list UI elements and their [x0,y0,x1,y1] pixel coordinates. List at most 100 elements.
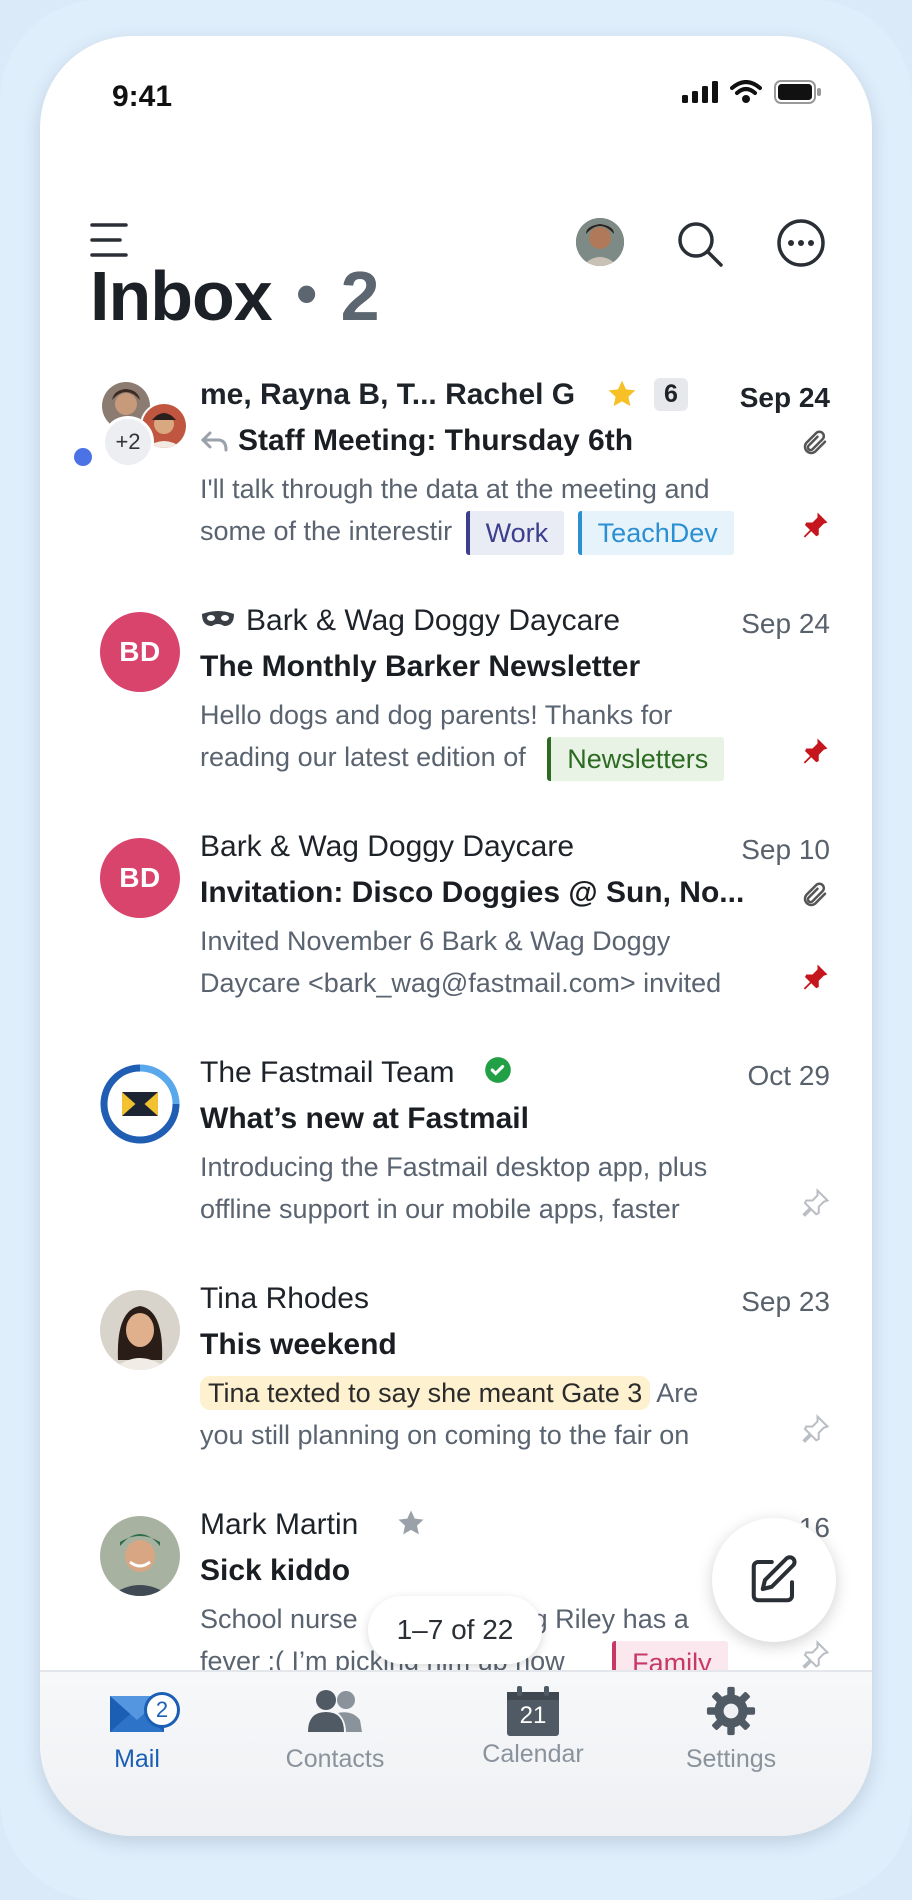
preview-line: you still planning on coming to the fair… [200,1420,690,1450]
preview-text: Are [656,1378,699,1408]
email-sender: Mark Martin [200,1508,359,1541]
more-participants-badge: +2 [102,416,154,468]
search-icon[interactable] [676,220,724,268]
email-row[interactable]: The Fastmail Team Oct 29 What’s new at F… [40,1044,872,1270]
preview-line: Hello dogs and dog parents! Thanks for [200,700,673,730]
email-row[interactable]: +2 me, Rayna B, T... Rachel G 6 Sep 24 S… [40,366,872,592]
signal-icon [682,81,718,103]
preview-text: School nurse [200,1604,358,1634]
status-icons [682,80,822,104]
mask-icon [202,611,234,626]
tab-calendar[interactable]: 21 Calendar [448,1686,618,1769]
title-separator: • [296,260,317,327]
tab-label: Mail [114,1745,160,1773]
battery-icon [774,80,821,104]
email-sender: Bark & Wag Doggy Daycare [200,830,575,863]
compose-icon [751,1555,797,1603]
person-avatar-image [100,1516,180,1596]
fastmail-logo-icon [100,1064,180,1144]
top-bar [40,176,872,268]
mail-badge: 2 [144,1692,180,1728]
text-highlight: Tina texted to say she meant Gate 3 [200,1376,651,1410]
account-avatar-image [576,218,624,266]
pin-outline-icon[interactable] [800,1640,830,1670]
sender-avatar: BD [100,612,180,692]
tag-newsletters[interactable]: Newsletters [547,736,725,781]
tab-settings[interactable]: Settings [646,1686,816,1774]
tag-teachdev[interactable]: TeachDev [577,510,734,555]
attachment-icon [803,430,827,455]
account-avatar[interactable] [576,218,624,266]
preview-line: some of the interestir Work TeachDev [200,510,780,555]
email-list: +2 me, Rayna B, T... Rachel G 6 Sep 24 S… [40,366,872,1706]
email-subject: Sick kiddo [200,1554,351,1587]
menu-icon[interactable] [90,222,130,258]
pagination-indicator: 1–7 of 22 [368,1596,542,1664]
email-preview: Tina texted to say she meant Gate 3 Are … [200,1372,780,1456]
preview-text: reading our latest edition of [200,742,526,772]
email-date: Oct 29 [747,1060,830,1091]
person-avatar-image [100,1290,180,1370]
email-date: Sep 24 [739,382,830,413]
pin-icon[interactable] [800,962,830,992]
tab-mail[interactable]: 2 Mail [52,1686,222,1774]
preview-line: offline support in our mobile apps, fast… [200,1194,680,1224]
email-subject: The Monthly Barker Newsletter [200,650,641,683]
gear-icon [706,1686,756,1736]
email-subject: Invitation: Disco Doggies @ Sun, No... [200,876,745,909]
compose-button[interactable] [712,1518,836,1642]
email-date: Sep 10 [741,834,830,865]
tab-label: Contacts [285,1745,385,1773]
pin-outline-icon[interactable] [800,1188,830,1218]
reply-icon [200,431,228,452]
star-outline-icon[interactable] [396,1508,426,1538]
email-row[interactable]: BD Bark & Wag Doggy Daycare Sep 10 Invit… [40,818,872,1044]
preview-line: Tina texted to say she meant Gate 3 Are [200,1372,780,1414]
wifi-icon [730,80,762,103]
fastmail-logo [100,1064,180,1144]
preview-text: some of the interestir [200,516,453,546]
email-preview: I'll talk through the data at the meetin… [200,468,780,555]
email-row[interactable]: Tina Rhodes Sep 23 This weekend Tina tex… [40,1270,872,1496]
sender-avatar [100,1516,180,1596]
email-subject: Staff Meeting: Thursday 6th [238,424,634,457]
email-sender: me, Rayna B, T... Rachel G [200,378,576,411]
thread-count-badge: 6 [654,378,688,411]
email-date: Sep 23 [741,1286,830,1317]
page-title: Inbox • 2 [90,256,380,336]
tag-work[interactable]: Work [465,510,565,555]
preview-text: g Riley has a [532,1604,689,1634]
calendar-day: 21 [519,1702,547,1729]
unread-indicator [74,448,92,466]
tab-label: Calendar [482,1740,584,1768]
tab-label: Settings [685,1745,777,1773]
preview-line: I'll talk through the data at the meetin… [200,474,710,504]
preview-line: Daycare <bark_wag@fastmail.com> invited [200,968,722,998]
contacts-icon [308,1690,362,1732]
sender-avatar: BD [100,838,180,918]
attachment-icon [803,882,827,907]
phone-screen: 9:41 Inbox • 2 +2 me, Rayna B, T... Rach… [40,36,872,1836]
email-sender: Tina Rhodes [200,1282,369,1315]
pin-icon[interactable] [800,510,830,540]
email-subject: What’s new at Fastmail [200,1102,529,1135]
email-row[interactable]: BD Bark & Wag Doggy Daycare Sep 24 The M… [40,592,872,818]
verified-icon [485,1057,511,1083]
tab-contacts[interactable]: Contacts [250,1686,420,1774]
email-subject: This weekend [200,1328,397,1361]
inbox-title: Inbox [90,257,273,335]
status-time: 9:41 [112,80,173,113]
sender-avatar [100,1290,180,1370]
pin-icon[interactable] [800,736,830,766]
star-icon[interactable] [606,378,638,410]
unread-count: 2 [340,257,380,335]
email-preview: Invited November 6 Bark & Wag Doggy Dayc… [200,920,780,1004]
preview-line: reading our latest edition of Newsletter… [200,736,780,781]
pin-outline-icon[interactable] [800,1414,830,1444]
preview-line: Introducing the Fastmail desktop app, pl… [200,1152,708,1182]
email-date: Sep 24 [741,608,830,639]
more-options-icon[interactable] [776,218,826,268]
preview-line: Invited November 6 Bark & Wag Doggy [200,926,671,956]
email-sender: The Fastmail Team [200,1056,455,1089]
email-preview: Introducing the Fastmail desktop app, pl… [200,1146,780,1230]
